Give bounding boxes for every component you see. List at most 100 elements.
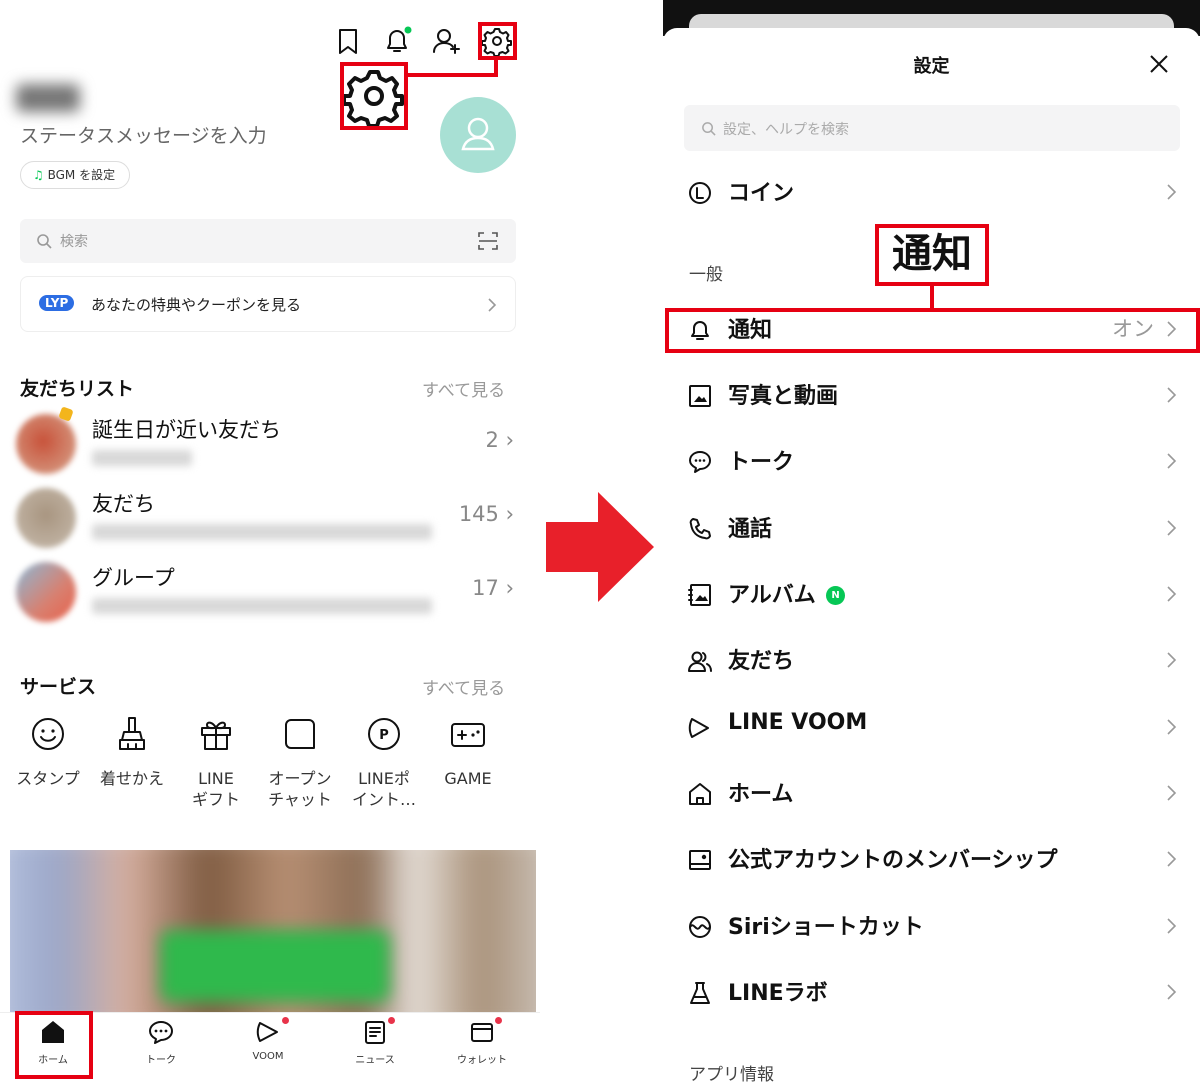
keep-bookmark-icon[interactable]: [333, 26, 363, 56]
friend-row-label: 友だち: [92, 492, 155, 516]
service-label: GAME: [444, 769, 492, 788]
service-theme[interactable]: 着せかえ: [92, 714, 172, 789]
blurred-green-block: [160, 930, 390, 1002]
chevron-right-icon: [1167, 719, 1177, 735]
friend-row-count: 2 ›: [485, 428, 514, 452]
settings-row-line-voom[interactable]: LINE VOOM: [663, 695, 1200, 761]
settings-row-line-labs[interactable]: LINEラボ: [663, 960, 1200, 1026]
services-section-title: サービス: [20, 676, 97, 698]
news-notification-dot: [388, 1017, 395, 1024]
chevron-right-icon: [1167, 918, 1177, 934]
service-game[interactable]: GAME: [428, 714, 508, 789]
friend-row-count: 17 ›: [472, 576, 514, 600]
person-icon: [461, 117, 495, 151]
blurred-subtext: [92, 598, 432, 614]
row-label: コイン: [728, 181, 795, 206]
notification-row-highlight: [665, 308, 1200, 353]
chevron-right-icon: [1167, 785, 1177, 801]
gear-highlight-small: [478, 22, 517, 60]
row-label: LINE VOOM: [728, 710, 868, 735]
add-friend-icon[interactable]: [432, 26, 462, 56]
settings-row-calls[interactable]: 通話: [663, 496, 1200, 562]
row-label: 友だち: [728, 649, 795, 674]
service-openchat[interactable]: オープン チャット: [260, 714, 340, 810]
smile-icon: [32, 718, 64, 750]
row-label: 写真と動画: [728, 384, 839, 409]
lyp-banner[interactable]: LYP あなたの特典やクーポンを見る: [20, 276, 516, 332]
tab-label: トーク: [146, 1055, 176, 1066]
settings-row-coin[interactable]: コイン: [663, 160, 1200, 226]
avatar: [16, 488, 76, 548]
gift-icon: [201, 721, 231, 750]
tab-chat[interactable]: トーク: [126, 1018, 196, 1066]
friend-row-birthday[interactable]: 誕生日が近い友だち 2 ›: [16, 406, 520, 478]
notification-bell-icon[interactable]: [382, 26, 412, 56]
service-stamp[interactable]: スタンプ: [8, 714, 88, 789]
service-label: 着せかえ: [99, 769, 164, 788]
openchat-icon: [285, 719, 315, 749]
coin-icon: [689, 182, 711, 204]
friend-row-label: グループ: [92, 566, 175, 590]
friends-section-title: 友だちリスト: [20, 378, 135, 400]
tab-label: ニュース: [355, 1055, 395, 1066]
services-see-all-link[interactable]: すべて見る: [422, 674, 505, 699]
service-gift[interactable]: LINE ギフト: [176, 714, 256, 810]
friend-row-groups[interactable]: グループ 17 ›: [16, 562, 520, 626]
search-placeholder: 検索: [60, 234, 88, 250]
row-label: ホーム: [728, 782, 794, 807]
scan-icon[interactable]: [478, 232, 498, 250]
service-points[interactable]: P LINEポ イント…: [344, 714, 424, 810]
tab-news[interactable]: ニュース: [340, 1018, 410, 1066]
search-bar[interactable]: 検索: [20, 219, 516, 263]
settings-title: 設定: [913, 56, 950, 77]
membership-icon: [689, 850, 711, 870]
home-tab-highlight: [15, 1011, 93, 1079]
status-message[interactable]: ステータスメッセージを入力: [20, 121, 267, 148]
home-screen: ステータスメッセージを入力 ♫ BGM を設定 検索 LYP あなたの特典やクー…: [0, 0, 540, 1085]
album-icon: [688, 584, 711, 606]
tab-voom[interactable]: VOOM: [233, 1018, 303, 1062]
game-icon: [451, 723, 485, 747]
settings-screen: 設定 設定、ヘルプを検索 コイン 一般 通知 通知 オン 写真と動画 トーク 通…: [663, 0, 1200, 1085]
friend-row-count: 145 ›: [458, 502, 514, 526]
music-note-icon: ♫: [33, 168, 48, 182]
voom-icon: [256, 1022, 278, 1042]
voom-notification-dot: [282, 1017, 289, 1024]
avatar[interactable]: [440, 97, 516, 173]
chevron-right-icon: [1167, 453, 1177, 469]
row-label: 通話: [728, 517, 773, 542]
settings-row-home[interactable]: ホーム: [663, 761, 1200, 827]
tab-label: ウォレット: [457, 1055, 507, 1066]
row-label: Siriショートカット: [728, 915, 924, 940]
service-label: LINE ギフト: [191, 769, 240, 809]
bgm-button[interactable]: ♫ BGM を設定: [20, 161, 131, 189]
new-badge: N: [826, 586, 845, 605]
close-icon[interactable]: [1149, 54, 1169, 74]
wallet-icon: [471, 1023, 493, 1042]
settings-search-placeholder: 設定、ヘルプを検索: [723, 122, 849, 138]
general-section-header: 一般: [689, 265, 723, 285]
settings-row-friends[interactable]: 友だち: [663, 628, 1200, 694]
friends-icon: [688, 651, 712, 672]
blurred-banner[interactable]: [10, 850, 536, 1012]
settings-row-membership[interactable]: 公式アカウントのメンバーシップ: [663, 827, 1200, 893]
lyp-text: あなたの特典やクーポンを見る: [91, 296, 302, 314]
service-label: LINEポ イント…: [351, 769, 416, 809]
flask-icon: [690, 982, 710, 1004]
friends-see-all-link[interactable]: すべて見る: [422, 376, 505, 401]
chat-icon: [689, 451, 711, 473]
arrow-right-icon: [546, 492, 654, 602]
tab-wallet[interactable]: ウォレット: [447, 1018, 517, 1066]
settings-row-siri-shortcuts[interactable]: Siriショートカット: [663, 894, 1200, 960]
settings-row-photos-videos[interactable]: 写真と動画: [663, 363, 1200, 429]
settings-search-bar[interactable]: 設定、ヘルプを検索: [684, 105, 1180, 151]
chevron-right-icon: [1167, 184, 1177, 200]
siri-icon: [689, 916, 711, 938]
settings-row-albums[interactable]: アルバム N: [663, 562, 1200, 628]
notification-callout-label: 通知: [875, 224, 989, 286]
chevron-right-icon: [1167, 520, 1177, 536]
profile-name-blurred: [16, 84, 80, 112]
settings-row-chats[interactable]: トーク: [663, 429, 1200, 495]
gear-zoom-callout: [340, 62, 408, 130]
friend-row-friends[interactable]: 友だち 145 ›: [16, 488, 520, 552]
